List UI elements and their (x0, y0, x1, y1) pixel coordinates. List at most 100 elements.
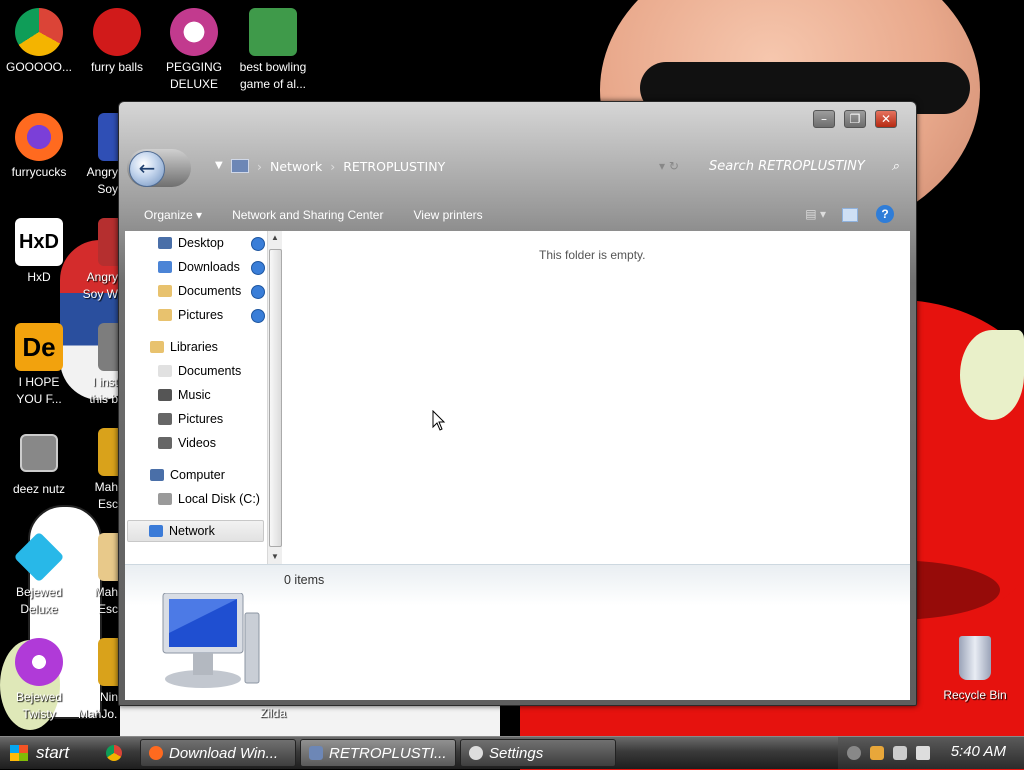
item-count: 0 items (284, 573, 325, 587)
chrome-icon (15, 8, 63, 56)
task-label: Settings (489, 744, 544, 762)
view-printers-button[interactable]: View printers (413, 208, 482, 222)
desktop-icon-label: deez nutz (12, 482, 66, 496)
close-button[interactable]: ✕ (875, 110, 897, 128)
address-bar[interactable]: › Network › RETROPLUSTINY (231, 154, 691, 178)
breadcrumb-separator: › (330, 158, 336, 174)
desktop-icon-label: I inst this b (89, 375, 118, 406)
gear-icon (469, 746, 483, 760)
search-box[interactable]: Search RETROPLUSTINY ⌕ (709, 154, 899, 178)
desktop-icon-nin-mahjong[interactable]: Nin MahJo... (78, 638, 118, 723)
desktop-icon-deez-nutz[interactable]: deez nutz (0, 428, 78, 498)
computer-icon (150, 469, 164, 481)
desktop-icon-label: Mah Esc (94, 480, 118, 511)
breadcrumb-retroplustiny[interactable]: RETROPLUSTINY (343, 159, 445, 174)
volume-icon[interactable] (916, 746, 930, 760)
maximize-button[interactable]: ❐ (844, 110, 866, 128)
computer-icon (162, 593, 260, 688)
network-sharing-center-button[interactable]: Network and Sharing Center (232, 208, 383, 222)
desktop-icon-label: furry balls (90, 60, 143, 74)
explorer-window[interactable]: – ❐ ✕ ← ▼ › Network › RETROPLUSTINY ▾ ↻ … (118, 101, 917, 706)
nav-scrollbar[interactable]: ▲ ▼ (267, 231, 282, 564)
desktop-icon-label: GOOOOO... (5, 60, 72, 74)
taskbar-button-explorer[interactable]: RETROPLUSTI... (300, 739, 456, 767)
taskbar-button-firefox[interactable]: Download Win... (140, 739, 296, 767)
hxd-icon: HxD (15, 218, 63, 266)
nav-label: Desktop (178, 236, 224, 250)
de-icon: De (15, 323, 63, 371)
gem-twist-icon (15, 638, 63, 686)
search-icon[interactable]: ⌕ (892, 159, 899, 174)
scroll-up-arrow[interactable]: ▲ (269, 231, 281, 245)
desktop-icon-pegging-deluxe[interactable]: PEGGING DELUXE (155, 8, 233, 93)
bowling-game-icon (249, 8, 297, 56)
change-view-button[interactable]: ▤ ▾ (805, 207, 826, 221)
nav-label: Music (178, 388, 211, 402)
help-button[interactable]: ? (876, 205, 894, 223)
nav-label: Pictures (178, 308, 224, 322)
documents-library-icon (158, 365, 172, 377)
mouse-cursor-icon (432, 410, 446, 431)
back-forward-buttons: ← (127, 149, 191, 187)
desktop-icon-i-inst[interactable]: I inst this b (78, 323, 118, 408)
details-pane: 0 items (125, 564, 910, 700)
desktop-icon-recycle-bin[interactable]: Recycle Bin (936, 636, 1014, 704)
desktop-icon-bowling[interactable]: best bowling game of al... (234, 8, 312, 93)
mahjong-icon (98, 428, 118, 476)
desktop-icon-chrome[interactable]: GOOOOO... (0, 8, 78, 76)
desktop-icon-bejeweled-deluxe[interactable]: Bejewed Deluxe (0, 531, 78, 618)
desktop-icon-bejeweled-twisty[interactable]: Bejewed Twisty (0, 638, 78, 723)
firefox-icon (149, 746, 163, 760)
network-tray-icon[interactable] (893, 746, 907, 760)
game-icon (98, 113, 118, 161)
breadcrumb-network[interactable]: Network (270, 159, 322, 174)
desktop-icon-hxd[interactable]: HxD HxD (0, 218, 78, 286)
start-button[interactable]: start (0, 737, 96, 769)
desktop-icon-zilda[interactable]: Zilda (234, 705, 312, 723)
desktop-icon-i-hope[interactable]: De I HOPE YOU F... (0, 323, 78, 408)
recent-pages-dropdown[interactable]: ▼ (215, 160, 223, 171)
tray-app-icon[interactable] (870, 746, 884, 760)
desktop-icon-label: PEGGING DELUXE (165, 60, 222, 91)
task-label: Download Win... (169, 744, 279, 762)
taskbar-button-settings[interactable]: Settings (460, 739, 616, 767)
refresh-icon[interactable]: ▾ ↻ (659, 159, 679, 173)
gem-icon (13, 531, 65, 583)
desktop-icon-mah-esc-2[interactable]: Mah Esc (78, 533, 118, 618)
search-input[interactable]: Search RETROPLUSTINY (709, 159, 865, 174)
chrome-icon[interactable] (106, 745, 122, 761)
back-button[interactable]: ← (129, 151, 165, 187)
clock[interactable]: 5:40 AM (951, 743, 1006, 760)
system-tray: 5:40 AM (838, 737, 1024, 769)
desktop-icon-label: Angry Soy (86, 165, 118, 196)
nav-label: Libraries (170, 340, 218, 354)
desktop-icon-firefox[interactable]: furrycucks (0, 113, 78, 181)
organize-button[interactable]: Organize ▾ (144, 208, 202, 222)
scroll-thumb[interactable] (269, 249, 282, 547)
libraries-icon (150, 341, 164, 353)
game-icon (98, 218, 118, 266)
nav-label: Documents (178, 364, 242, 378)
nav-label: Network (169, 524, 215, 538)
pin-icon (251, 237, 265, 251)
desktop-icon-angry-soy-w[interactable]: Angry Soy W (78, 218, 118, 303)
desktop-icon-mah-esc[interactable]: Mah Esc (78, 428, 118, 513)
minimize-button[interactable]: – (813, 110, 835, 128)
preview-pane-icon[interactable] (842, 208, 858, 222)
desktop-icon-label: best bowling game of al... (239, 60, 307, 91)
desktop-icon-furry-balls[interactable]: furry balls (78, 8, 156, 76)
file-icon (98, 323, 118, 371)
show-hidden-icons-icon[interactable] (847, 746, 861, 760)
desktop-icon-angry-soy[interactable]: Angry Soy (78, 113, 118, 198)
desktop-icon-label: Zilda (259, 706, 286, 720)
desktop-icon-label: I HOPE YOU F... (16, 375, 62, 406)
pictures-folder-icon (158, 309, 172, 321)
nav-item-network[interactable]: Network (127, 520, 264, 542)
taskbar: start Download Win... RETROPLUSTI... Set… (0, 736, 1024, 769)
nav-label: Documents (178, 284, 242, 298)
scroll-down-arrow[interactable]: ▼ (269, 550, 281, 564)
empty-folder-message: This folder is empty. (539, 248, 646, 262)
pegging-p-icon (170, 8, 218, 56)
mahjong-icon (98, 638, 118, 686)
pin-icon (251, 285, 265, 299)
